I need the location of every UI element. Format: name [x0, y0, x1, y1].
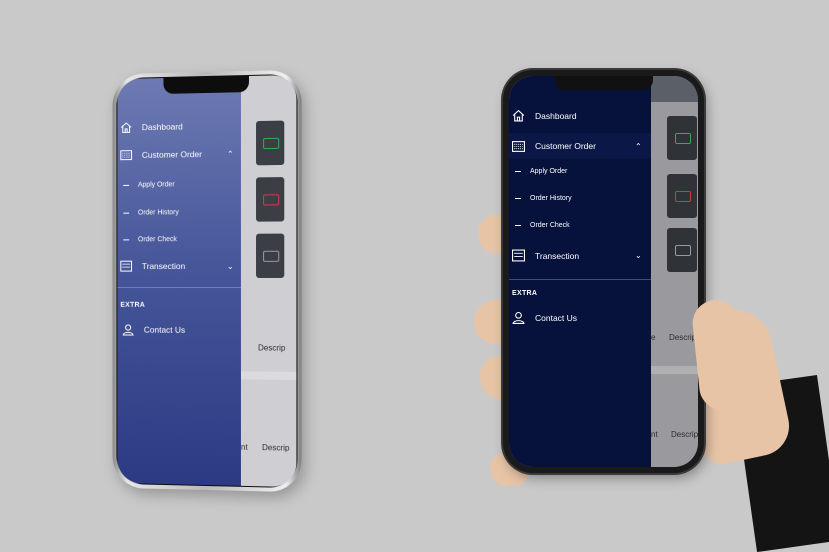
table-header-strip [651, 366, 698, 374]
phone-screen: e Descrip nt Descrip Dashboard Customer … [509, 76, 698, 467]
keyboard-icon [120, 149, 132, 161]
submenu-label: Order Check [137, 236, 177, 244]
status-card-gray[interactable] [667, 228, 697, 272]
menu-item-contact-us[interactable]: Contact Us [509, 311, 651, 324]
table-header-strip [240, 371, 297, 381]
submenu-item-apply-order[interactable]: Apply Order [509, 168, 651, 175]
user-icon [122, 324, 134, 336]
dash-icon [123, 184, 130, 187]
printer-icon [512, 249, 525, 262]
menu-item-customer-order[interactable]: Customer Order ⌃ [509, 133, 651, 159]
submenu-label: Apply Order [530, 168, 568, 175]
status-card-gray[interactable] [256, 233, 285, 278]
table-col-description-2: Descrip [262, 443, 290, 453]
submenu-item-order-check[interactable]: Order Check [117, 236, 241, 244]
dash-icon [123, 212, 130, 214]
submenu-item-order-check[interactable]: Order Check [509, 222, 651, 229]
menu-item-transection[interactable]: Transection ⌄ [509, 249, 651, 262]
dash-icon [515, 170, 521, 173]
status-card-red[interactable] [667, 174, 697, 218]
user-icon [512, 311, 525, 324]
menu-label: Customer Order [535, 141, 596, 151]
status-card-red[interactable] [256, 177, 285, 222]
submenu-label: Order Check [530, 222, 570, 229]
table-col-description: Descrip [669, 333, 697, 342]
notch [554, 76, 653, 90]
table-col-partial-2: nt [651, 430, 658, 439]
divider [509, 279, 651, 280]
submenu-label: Order History [137, 209, 179, 217]
chevron-down-icon[interactable]: ⌄ [227, 261, 234, 270]
submenu-label: Apply Order [137, 181, 175, 189]
chevron-up-icon[interactable]: ⌃ [227, 149, 234, 158]
phone-screen: Descrip nt Descrip Dashboard Customer Or… [117, 74, 297, 488]
table-col-description: Descrip [258, 343, 286, 353]
menu-label: Customer Order [141, 149, 202, 160]
printer-icon [120, 260, 132, 272]
submenu-item-order-history[interactable]: Order History [117, 209, 241, 217]
home-icon [120, 121, 132, 133]
phone-left: Descrip nt Descrip Dashboard Customer Or… [112, 69, 302, 493]
menu-label: Dashboard [535, 110, 577, 121]
menu-item-contact-us[interactable]: Contact Us [117, 324, 241, 337]
phone-right: e Descrip nt Descrip Dashboard Customer … [503, 70, 704, 473]
divider [117, 286, 241, 289]
nav-drawer: Dashboard Customer Order ⌃ Apply Order O… [117, 76, 241, 486]
chevron-up-icon[interactable]: ⌃ [635, 142, 642, 151]
menu-label: Transection [141, 261, 186, 272]
dash-icon [123, 239, 130, 241]
dash-icon [515, 197, 521, 200]
dash-icon [515, 224, 521, 227]
chevron-down-icon[interactable]: ⌄ [635, 251, 642, 260]
table-col-partial: e [651, 333, 656, 342]
menu-item-transection[interactable]: Transection ⌄ [117, 260, 241, 272]
table-col-description-2: Descrip [671, 430, 698, 439]
submenu-item-apply-order[interactable]: Apply Order [117, 181, 241, 189]
section-title-extra: EXTRA [120, 301, 146, 309]
status-card-green[interactable] [667, 116, 697, 160]
submenu-item-order-history[interactable]: Order History [509, 195, 651, 202]
menu-item-dashboard[interactable]: Dashboard [509, 109, 651, 122]
menu-label: Contact Us [143, 324, 186, 335]
keyboard-icon [512, 140, 525, 152]
menu-item-dashboard[interactable]: Dashboard [117, 119, 241, 133]
home-icon [512, 109, 525, 122]
menu-label: Contact Us [535, 312, 578, 323]
submenu-label: Order History [530, 195, 572, 202]
menu-item-customer-order[interactable]: Customer Order ⌃ [117, 147, 241, 161]
status-card-green[interactable] [256, 120, 285, 166]
table-col-partial: nt [240, 442, 248, 452]
menu-label: Dashboard [141, 121, 183, 133]
section-title-extra: EXTRA [512, 290, 538, 297]
menu-label: Transection [535, 250, 580, 261]
notch [163, 75, 249, 94]
nav-drawer: Dashboard Customer Order ⌃ Apply Order O… [509, 76, 651, 467]
